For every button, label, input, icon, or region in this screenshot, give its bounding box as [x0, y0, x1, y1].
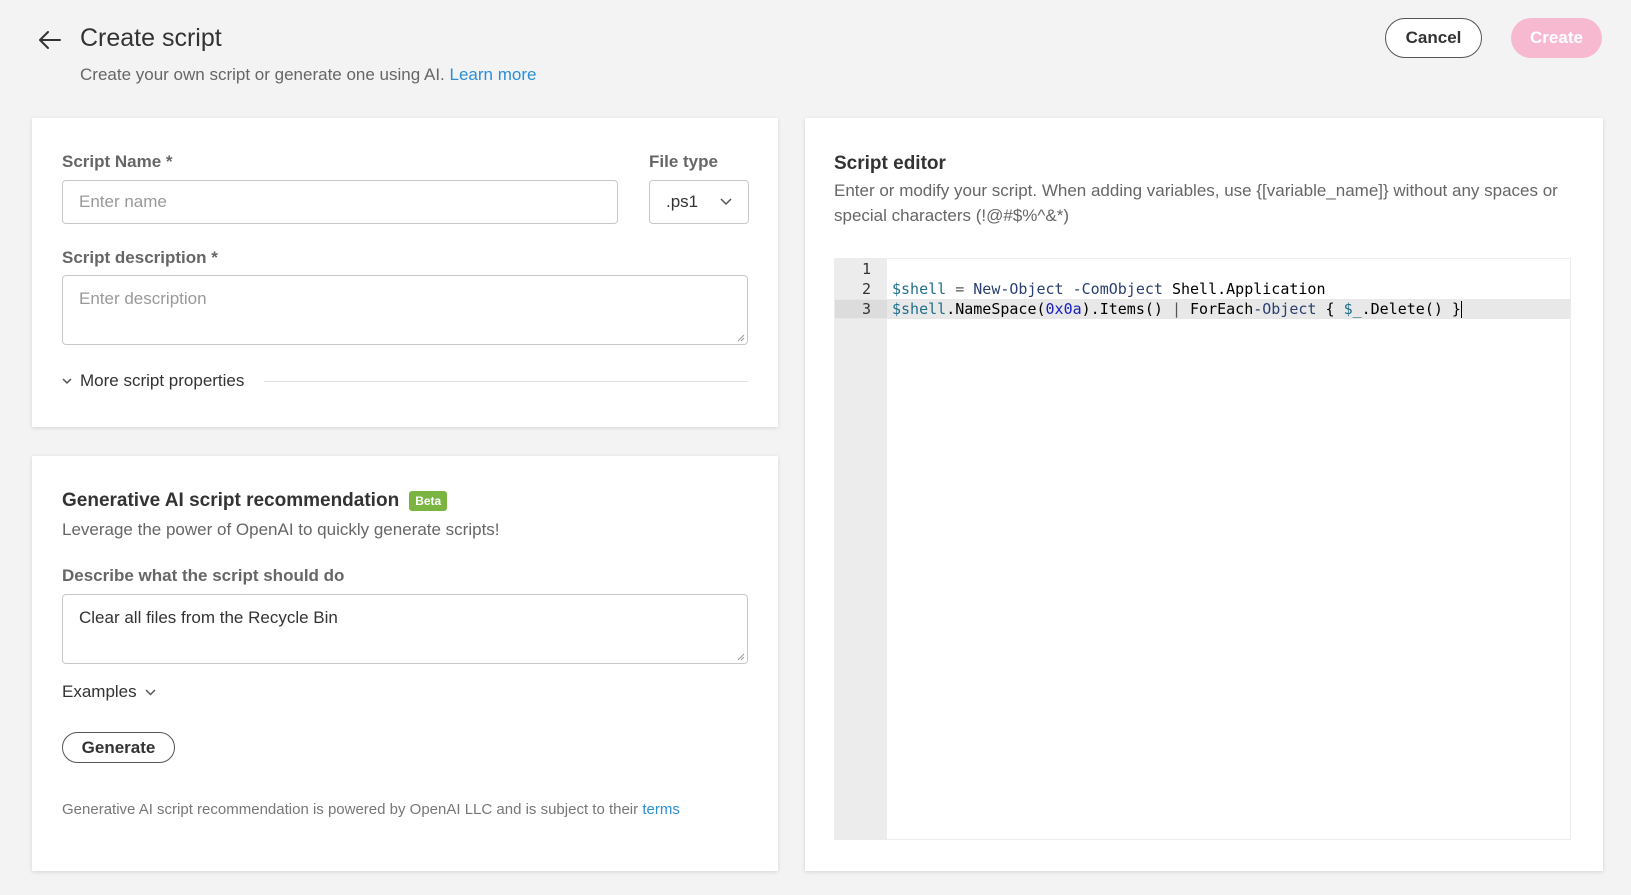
file-type-label: File type — [649, 152, 718, 171]
ai-prompt-textarea[interactable]: Clear all files from the Recycle Bin — [62, 594, 748, 664]
line-number: 1 — [861, 260, 871, 278]
ai-section-title: Generative AI script recommendation Beta — [62, 490, 448, 512]
chevron-down-icon — [145, 688, 156, 696]
ai-recommendation-card: Generative AI script recommendation Beta… — [32, 456, 778, 871]
generate-button[interactable]: Generate — [62, 732, 175, 763]
back-arrow-icon[interactable] — [36, 26, 64, 54]
page-subtitle-text: Create your own script or generate one u… — [80, 65, 445, 84]
resize-grip-icon[interactable] — [735, 332, 745, 342]
cancel-button[interactable]: Cancel — [1385, 18, 1482, 58]
page-subtitle: Create your own script or generate one u… — [80, 65, 536, 85]
examples-label: Examples — [62, 682, 137, 701]
beta-badge: Beta — [409, 491, 448, 511]
code-line: 2 $shell = New-Object -ComObject Shell.A… — [835, 279, 1570, 299]
script-name-label: Script Name * — [62, 152, 173, 171]
ai-prompt-label: Describe what the script should do — [62, 566, 345, 585]
code-text: $shell.NameSpace(0x0a).Items() | ForEach… — [892, 300, 1462, 318]
terms-link[interactable]: terms — [642, 801, 680, 818]
ai-footer-note: Generative AI script recommendation is p… — [62, 801, 680, 818]
line-number: 3 — [835, 300, 887, 318]
ai-footer-text: Generative AI script recommendation is p… — [62, 801, 639, 818]
ai-prompt-value: Clear all files from the Recycle Bin — [79, 608, 338, 627]
file-type-select[interactable]: .ps1 — [649, 180, 749, 224]
ai-subtitle: Leverage the power of OpenAI to quickly … — [62, 520, 500, 539]
chevron-down-icon — [62, 377, 72, 384]
file-type-value: .ps1 — [666, 192, 699, 211]
code-lines: 1 2 $shell = New-Object -ComObject Shell… — [835, 259, 1570, 319]
code-line: 1 — [835, 259, 1570, 279]
page-title: Create script — [80, 24, 222, 52]
page-header: Create script Create your own script or … — [0, 0, 1631, 110]
script-name-input[interactable]: Enter name — [62, 180, 618, 224]
script-properties-card: Script Name * Enter name File type .ps1 … — [32, 118, 778, 427]
code-editor[interactable]: 1 2 $shell = New-Object -ComObject Shell… — [834, 258, 1571, 840]
resize-grip-icon[interactable] — [735, 651, 745, 661]
more-script-properties-toggle[interactable]: More script properties — [62, 370, 748, 392]
script-description-textarea[interactable]: Enter description — [62, 275, 748, 345]
ai-title-text: Generative AI script recommendation — [62, 490, 400, 511]
code-text: $shell = New-Object -ComObject Shell.App… — [892, 280, 1326, 298]
script-editor-description: Enter or modify your script. When adding… — [834, 181, 1558, 225]
code-line-active: 3 $shell.NameSpace(0x0a).Items() | ForEa… — [835, 299, 1570, 319]
more-script-properties-label: More script properties — [80, 371, 245, 390]
examples-toggle[interactable]: Examples — [62, 682, 156, 702]
learn-more-link[interactable]: Learn more — [450, 65, 537, 84]
script-description-label: Script description * — [62, 248, 218, 267]
create-button[interactable]: Create — [1511, 18, 1602, 58]
line-number: 2 — [861, 280, 871, 298]
script-editor-title: Script editor — [834, 153, 946, 174]
chevron-down-icon — [720, 198, 732, 206]
script-editor-card: Script editor Enter or modify your scrip… — [805, 118, 1603, 871]
divider — [264, 380, 748, 382]
line-number-gutter — [835, 259, 887, 839]
script-description-placeholder: Enter description — [79, 289, 207, 308]
